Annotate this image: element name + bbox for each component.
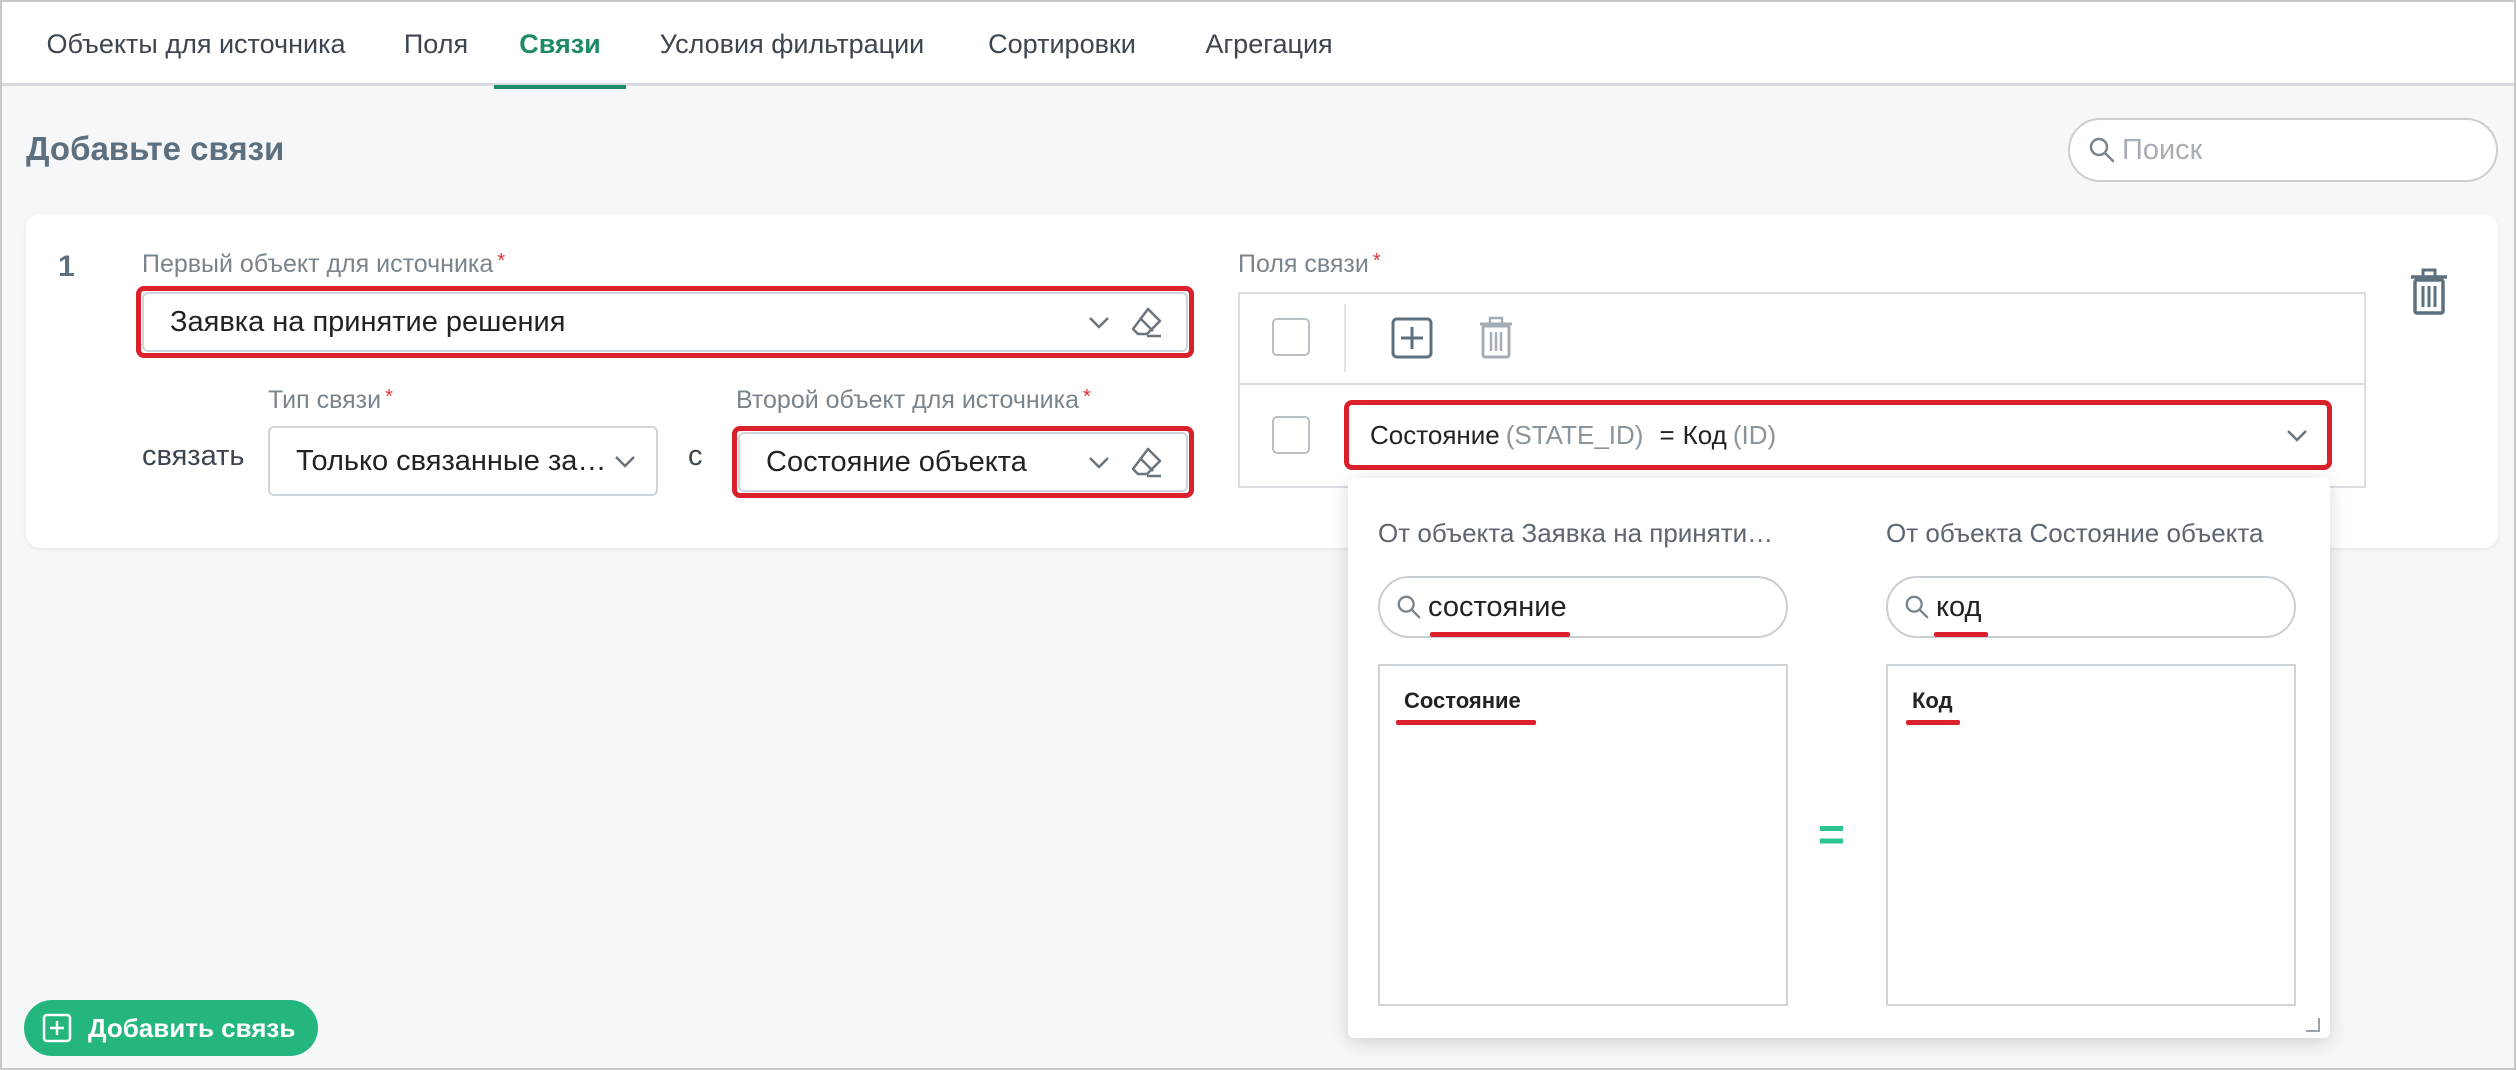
- right-item-underline: [1906, 720, 1960, 725]
- left-field-search[interactable]: [1378, 576, 1788, 638]
- left-field-list: Состояние: [1378, 664, 1788, 1006]
- right-field-search-input[interactable]: [1936, 590, 2294, 624]
- search-icon: [2089, 137, 2115, 163]
- second-object-value: Состояние объекта: [766, 445, 1027, 478]
- link-fields-label: Поля связи *: [1238, 250, 1381, 278]
- page-title: Добавьте связи: [26, 130, 285, 167]
- pair-right-field: Код: [1682, 419, 1727, 450]
- search-input[interactable]: [2122, 133, 2496, 167]
- connect-text: связать: [142, 440, 245, 472]
- chevron-down-icon[interactable]: [612, 448, 638, 474]
- search-field[interactable]: [2068, 118, 2498, 182]
- tab-source-objects[interactable]: Объекты для источника: [20, 2, 372, 86]
- add-link-button[interactable]: Добавить связь: [24, 1000, 318, 1056]
- tab-links[interactable]: Связи: [494, 2, 626, 89]
- tab-fields[interactable]: Поля: [386, 2, 486, 86]
- table-divider: [1238, 383, 2366, 385]
- search-icon: [1905, 595, 1929, 619]
- eraser-icon[interactable]: [1130, 305, 1164, 339]
- equals-sign: =: [1818, 808, 1845, 860]
- link-type-value: Только связанные записи: [296, 444, 612, 477]
- link-type-label: Тип связи *: [268, 386, 393, 414]
- link-number: 1: [58, 250, 75, 283]
- first-object-value: Заявка на принятие решения: [170, 305, 566, 338]
- list-item[interactable]: Код: [1912, 688, 1953, 714]
- chevron-down-icon[interactable]: [1086, 309, 1112, 335]
- row-checkbox[interactable]: [1272, 416, 1310, 454]
- field-pair-select[interactable]: Состояние (STATE_ID) = Код (ID): [1348, 404, 2328, 466]
- eraser-icon[interactable]: [1130, 445, 1164, 479]
- first-object-select[interactable]: Заявка на принятие решения: [142, 292, 1188, 352]
- first-object-label: Первый объект для источника *: [142, 250, 506, 278]
- pair-right-code: (ID): [1732, 419, 1777, 450]
- tab-aggregation[interactable]: Агрегация: [1184, 2, 1354, 86]
- left-object-header: От объекта Заявка на приняти…: [1378, 518, 1774, 548]
- resize-handle[interactable]: [2306, 1018, 2320, 1032]
- pair-left-code: (STATE_ID): [1505, 419, 1644, 450]
- search-icon: [1397, 595, 1421, 619]
- left-search-underline: [1430, 632, 1570, 637]
- add-link-label: Добавить связь: [88, 1012, 296, 1043]
- pair-equals: =: [1659, 419, 1675, 450]
- second-object-select[interactable]: Состояние объекта: [738, 432, 1188, 492]
- toolbar-divider: [1344, 304, 1346, 372]
- second-object-label: Второй объект для источника *: [736, 386, 1091, 414]
- right-object-header: От объекта Состояние объекта: [1886, 518, 2264, 548]
- tab-sorting[interactable]: Сортировки: [970, 2, 1154, 86]
- tab-bar: Объекты для источника Поля Связи Условия…: [2, 2, 2514, 89]
- list-item[interactable]: Состояние: [1404, 688, 1521, 714]
- tab-filter-conditions[interactable]: Условия фильтрации: [642, 2, 942, 86]
- delete-link-icon[interactable]: [2408, 268, 2450, 316]
- chevron-down-icon[interactable]: [2284, 422, 2310, 448]
- chevron-down-icon[interactable]: [1086, 449, 1112, 475]
- with-text: с: [688, 440, 703, 472]
- trash-icon[interactable]: [1476, 316, 1516, 360]
- window-frame: Объекты для источника Поля Связи Условия…: [0, 0, 2516, 1070]
- select-all-checkbox[interactable]: [1272, 318, 1310, 356]
- left-item-underline: [1396, 720, 1536, 725]
- right-field-list: Код: [1886, 664, 2296, 1006]
- pair-left-field: Состояние: [1370, 419, 1500, 450]
- right-field-search[interactable]: [1886, 576, 2296, 638]
- add-field-pair-icon[interactable]: [1390, 316, 1434, 360]
- right-search-underline: [1934, 632, 1988, 637]
- plus-square-icon: [42, 1013, 72, 1043]
- left-field-search-input[interactable]: [1428, 590, 1786, 624]
- link-type-select[interactable]: Только связанные записи: [268, 426, 658, 496]
